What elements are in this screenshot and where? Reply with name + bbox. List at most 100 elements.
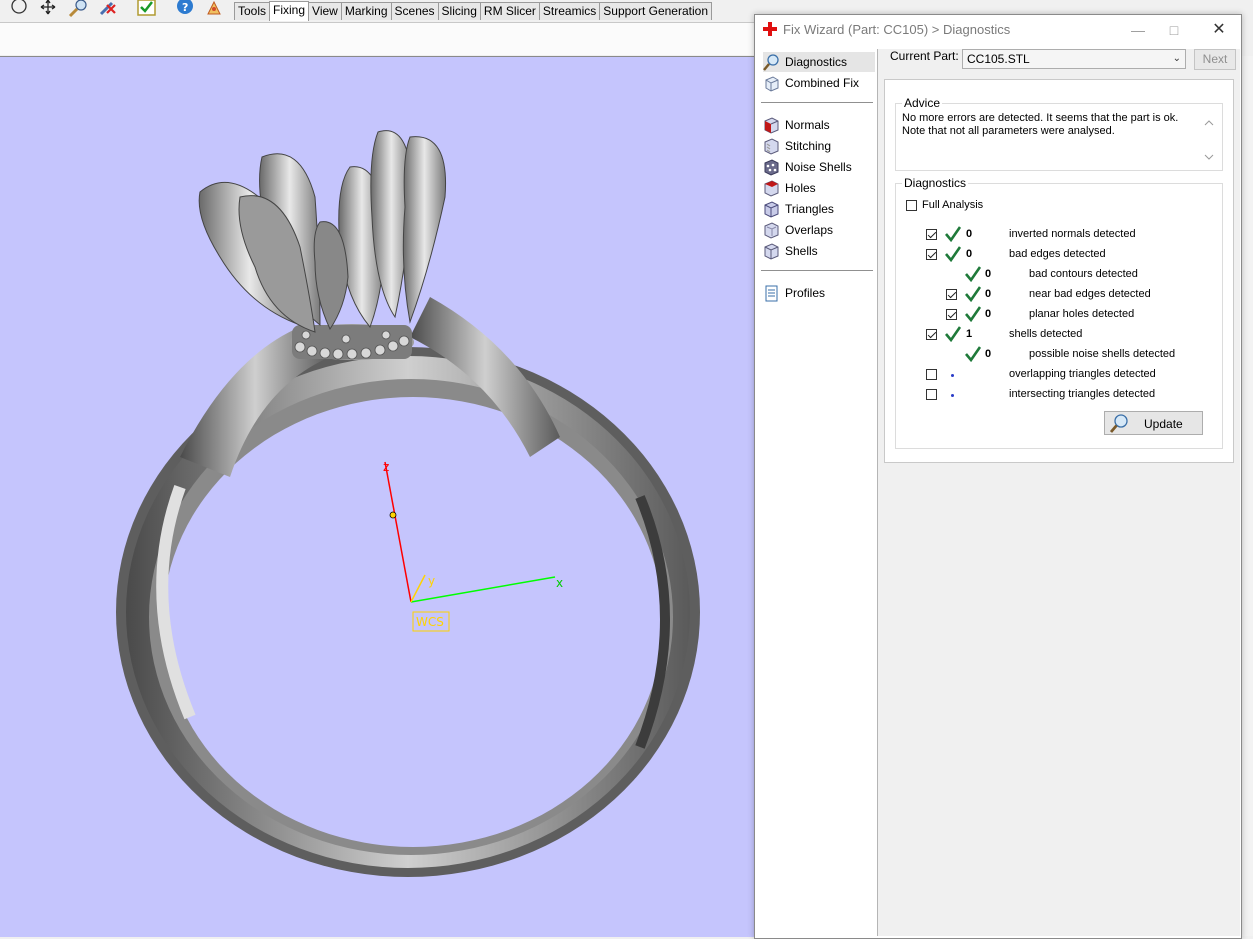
ribbon-panel <box>0 22 755 55</box>
noise-shells-count: 0 <box>985 348 992 360</box>
check-icon[interactable] <box>137 0 157 18</box>
sidebar-item-triangles[interactable]: Triangles <box>763 199 875 219</box>
shells-checkbox[interactable] <box>926 329 937 340</box>
cube-icon <box>765 75 779 92</box>
sidebar-item-normals[interactable]: Normals <box>763 115 875 135</box>
near-bad-edges-checkbox[interactable] <box>946 289 957 300</box>
sidebar-item-label: Shells <box>785 244 818 258</box>
full-analysis-checkbox[interactable] <box>906 200 917 211</box>
checkmark-icon <box>945 246 961 262</box>
tab-rm-slicer[interactable]: RM Slicer <box>479 2 540 20</box>
x-axis-label: x <box>556 576 563 590</box>
sidebar-separator <box>761 102 873 103</box>
update-label: Update <box>1144 417 1183 431</box>
minimize-button[interactable]: — <box>1123 19 1153 41</box>
wizard-icon[interactable] <box>204 0 224 18</box>
shells-label: shells detected <box>1009 328 1083 340</box>
tab-scenes[interactable]: Scenes <box>390 2 439 20</box>
sidebar-item-combined-fix[interactable]: Combined Fix <box>763 73 875 93</box>
sidebar-item-profiles[interactable]: Profiles <box>763 283 875 303</box>
sidebar-item-stitching[interactable]: Stitching <box>763 136 875 156</box>
overlapping-triangles-label: overlapping triangles detected <box>1009 368 1156 380</box>
wcs-label: WCS <box>416 615 444 629</box>
chevron-down-icon: ⌄ <box>1172 53 1181 64</box>
document-icon <box>765 285 778 301</box>
sidebar-separator <box>761 270 873 271</box>
tab-support-generation[interactable]: Support Generation <box>599 2 713 20</box>
shells-cube-icon <box>764 242 779 260</box>
magnifier-icon <box>763 53 779 71</box>
advice-scrollbar[interactable] <box>1202 116 1216 164</box>
sidebar-item-holes[interactable]: Holes <box>763 178 875 198</box>
planar-holes-count: 0 <box>985 308 992 320</box>
sidebar-item-label: Profiles <box>785 286 826 300</box>
sidebar-item-overlaps[interactable]: Overlaps <box>763 220 875 240</box>
zoom-icon[interactable] <box>68 0 88 18</box>
tab-tools[interactable]: Tools <box>234 2 271 20</box>
diagnostics-group: Diagnostics Full Analysis 0 inverted nor… <box>895 176 1223 449</box>
inverted-normals-checkbox[interactable] <box>926 229 937 240</box>
sidebar-item-label: Triangles <box>785 202 834 216</box>
ring-model: z x y WCS <box>116 130 700 877</box>
dialog-title: Fix Wizard (Part: CC105) > Diagnostics <box>783 22 1011 37</box>
normals-cube-icon <box>764 116 779 134</box>
near-bad-edges-count: 0 <box>985 288 992 300</box>
close-button[interactable]: ✕ <box>1204 19 1234 41</box>
noise-shells-icon <box>764 158 779 176</box>
triangles-cube-icon <box>764 200 779 218</box>
bad-edges-checkbox[interactable] <box>926 249 937 260</box>
wizard-sidebar: Diagnostics Combined Fix Normals Stitchi… <box>759 49 878 936</box>
sidebar-item-label: Holes <box>785 181 816 195</box>
intersecting-triangles-label: intersecting triangles detected <box>1009 388 1156 400</box>
shells-count: 1 <box>966 328 973 340</box>
maximize-button[interactable]: □ <box>1159 19 1189 41</box>
tab-marking[interactable]: Marking <box>340 2 392 20</box>
bad-edges-count: 0 <box>966 248 973 260</box>
tab-streamics[interactable]: Streamics <box>538 2 601 20</box>
sidebar-item-label: Noise Shells <box>785 160 852 174</box>
bad-edges-label: bad edges detected <box>1009 248 1106 260</box>
checkmark-icon <box>965 266 981 282</box>
sidebar-item-diagnostics[interactable]: Diagnostics <box>763 52 875 72</box>
ribbon-tabs: Tools Fixing View Marking Scenes Slicing… <box>234 1 713 22</box>
fix-wizard-dialog: Fix Wizard (Part: CC105) > Diagnostics —… <box>754 14 1242 939</box>
circle-select-icon[interactable] <box>8 0 28 18</box>
diagnostics-panel: Advice No more errors are detected. It s… <box>884 79 1234 463</box>
checkmark-icon <box>945 326 961 342</box>
overlaps-cube-icon <box>764 221 779 239</box>
pending-dot-icon <box>951 394 954 397</box>
help-icon[interactable]: ? <box>174 0 194 18</box>
sidebar-item-label: Overlaps <box>785 223 834 237</box>
advice-line: Note that not all parameters were analys… <box>902 125 1115 137</box>
checkmark-icon <box>945 226 961 242</box>
update-button[interactable]: Update <box>1104 411 1203 435</box>
near-bad-edges-label: near bad edges detected <box>1029 288 1151 300</box>
next-button[interactable]: Next <box>1194 49 1236 70</box>
sidebar-item-label: Diagnostics <box>785 55 848 69</box>
red-cross-icon <box>763 22 777 36</box>
tab-view[interactable]: View <box>308 2 342 20</box>
stitching-cube-icon <box>764 137 779 155</box>
overlapping-triangles-checkbox[interactable] <box>926 369 937 380</box>
sidebar-item-noise-shells[interactable]: Noise Shells <box>763 157 875 177</box>
svg-text:?: ? <box>182 1 188 14</box>
move-icon[interactable] <box>38 0 58 18</box>
checkmark-icon <box>965 346 981 362</box>
planar-holes-checkbox[interactable] <box>946 309 957 320</box>
noise-shells-label: possible noise shells detected <box>1029 348 1176 360</box>
current-part-select[interactable]: CC105.STL ⌄ <box>962 49 1186 69</box>
advice-title: Advice <box>902 96 943 110</box>
tab-slicing[interactable]: Slicing <box>437 2 481 20</box>
sidebar-item-shells[interactable]: Shells <box>763 241 875 261</box>
sidebar-item-label: Normals <box>785 118 830 132</box>
checkmark-icon <box>965 306 981 322</box>
wizard-main: Current Part: CC105.STL ⌄ Next Advice No… <box>878 49 1240 936</box>
full-analysis-label: Full Analysis <box>922 199 984 211</box>
intersecting-triangles-checkbox[interactable] <box>926 389 937 400</box>
dialog-titlebar[interactable]: Fix Wizard (Part: CC105) > Diagnostics —… <box>755 15 1241 45</box>
tab-fixing[interactable]: Fixing <box>269 1 310 21</box>
y-axis-label: y <box>428 574 435 588</box>
3d-viewport[interactable]: z x y WCS <box>0 56 755 937</box>
remove-tool-icon[interactable] <box>98 0 118 18</box>
current-part-label: Current Part: <box>890 49 959 63</box>
